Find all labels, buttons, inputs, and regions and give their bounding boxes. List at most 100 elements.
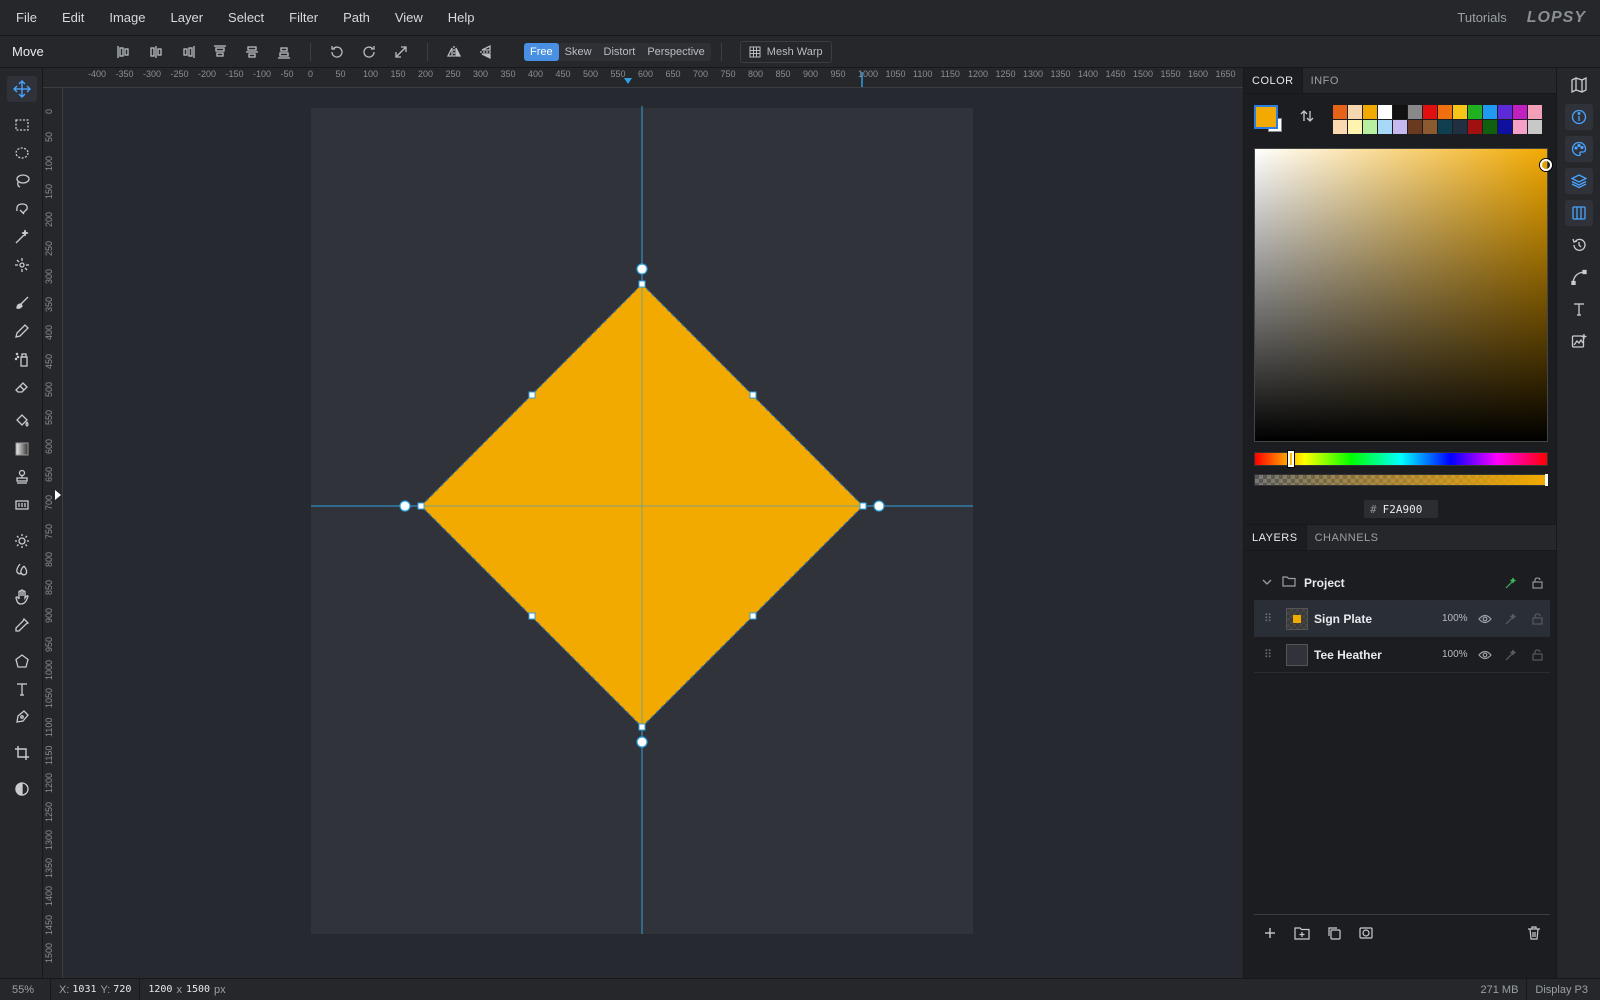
- hex-input[interactable]: # F2A900: [1364, 500, 1438, 518]
- drag-handle-icon[interactable]: ⠿: [1264, 612, 1278, 625]
- history-icon[interactable]: [1565, 232, 1593, 258]
- mask-icon[interactable]: [1350, 926, 1382, 940]
- align-top-icon[interactable]: [208, 40, 232, 64]
- tutorials-link[interactable]: Tutorials: [1457, 10, 1506, 25]
- channels-icon[interactable]: [1565, 200, 1593, 226]
- lasso-icon[interactable]: [7, 168, 37, 194]
- palette-swatch[interactable]: [1333, 120, 1347, 134]
- layer-row-sign-plate[interactable]: ⠿ Sign Plate 100%: [1254, 601, 1550, 637]
- menu-view[interactable]: View: [387, 0, 431, 36]
- palette-swatch[interactable]: [1528, 105, 1542, 119]
- effects-icon[interactable]: [1498, 613, 1524, 625]
- eye-icon[interactable]: [1472, 650, 1498, 660]
- paths-icon[interactable]: [1565, 264, 1593, 290]
- menu-path[interactable]: Path: [335, 0, 378, 36]
- canvas-viewport[interactable]: [63, 88, 1243, 978]
- mesh-warp-button[interactable]: Mesh Warp: [739, 40, 832, 63]
- spray-icon[interactable]: [7, 346, 37, 372]
- palette-swatch[interactable]: [1333, 105, 1347, 119]
- mode-free[interactable]: Free: [524, 42, 559, 61]
- tab-color[interactable]: COLOR: [1244, 68, 1303, 93]
- layer-row-tee-heather[interactable]: ⠿ Tee Heather 100%: [1254, 637, 1550, 673]
- zoom-level[interactable]: 55%: [0, 984, 42, 996]
- paint-bucket-icon[interactable]: [7, 408, 37, 434]
- layer-group-row[interactable]: Project: [1254, 565, 1550, 601]
- palette-swatch[interactable]: [1453, 120, 1467, 134]
- flip-vertical-icon[interactable]: [474, 40, 498, 64]
- effects-icon[interactable]: [1498, 577, 1524, 589]
- pattern-stamp-icon[interactable]: [7, 492, 37, 518]
- pen-tool-icon[interactable]: [7, 704, 37, 730]
- mode-distort[interactable]: Distort: [598, 43, 642, 61]
- saturation-value-picker[interactable]: [1254, 148, 1552, 442]
- layers-icon[interactable]: [1565, 168, 1593, 194]
- mode-perspective[interactable]: Perspective: [641, 43, 710, 61]
- palette-swatch[interactable]: [1483, 105, 1497, 119]
- palette-swatch[interactable]: [1423, 120, 1437, 134]
- foreground-color-swatch[interactable]: [1254, 105, 1278, 129]
- color-profile[interactable]: Display P3: [1535, 984, 1600, 996]
- dodge-icon[interactable]: [7, 528, 37, 554]
- gradient-icon[interactable]: [7, 436, 37, 462]
- eyedropper-icon[interactable]: [7, 612, 37, 638]
- palette-swatch[interactable]: [1483, 120, 1497, 134]
- duplicate-icon[interactable]: [1318, 926, 1350, 940]
- image-adjust-icon[interactable]: [1565, 328, 1593, 354]
- drag-handle-icon[interactable]: ⠿: [1264, 648, 1278, 661]
- brush-icon[interactable]: [7, 290, 37, 316]
- magic-wand-icon[interactable]: [7, 224, 37, 250]
- palette-swatch[interactable]: [1498, 105, 1512, 119]
- layer-name[interactable]: Tee Heather: [1314, 648, 1442, 662]
- map-icon[interactable]: [1565, 72, 1593, 98]
- swap-colors-icon[interactable]: [1299, 108, 1315, 127]
- chevron-down-icon[interactable]: [1262, 576, 1276, 590]
- palette-swatch[interactable]: [1363, 120, 1377, 134]
- contrast-icon[interactable]: [7, 776, 37, 802]
- add-layer-icon[interactable]: [1254, 926, 1286, 940]
- palette-swatch[interactable]: [1348, 120, 1362, 134]
- align-left-icon[interactable]: [112, 40, 136, 64]
- palette-swatch[interactable]: [1438, 105, 1452, 119]
- palette-swatch[interactable]: [1513, 120, 1527, 134]
- rect-select-icon[interactable]: [7, 112, 37, 138]
- magnetic-lasso-icon[interactable]: [7, 196, 37, 222]
- lock-icon[interactable]: [1524, 612, 1550, 625]
- palette-swatch[interactable]: [1363, 105, 1377, 119]
- expand-icon[interactable]: [389, 40, 413, 64]
- menu-image[interactable]: Image: [101, 0, 153, 36]
- palette-swatch[interactable]: [1408, 105, 1422, 119]
- crop-icon[interactable]: [7, 740, 37, 766]
- palette-swatch[interactable]: [1378, 120, 1392, 134]
- info-icon[interactable]: [1565, 104, 1593, 130]
- menu-layer[interactable]: Layer: [163, 0, 212, 36]
- palette-swatch[interactable]: [1348, 105, 1362, 119]
- sv-cursor[interactable]: [1540, 159, 1552, 171]
- palette-swatch[interactable]: [1393, 120, 1407, 134]
- blur-drop-icon[interactable]: [7, 556, 37, 582]
- align-right-icon[interactable]: [176, 40, 200, 64]
- alpha-handle[interactable]: [1545, 474, 1548, 486]
- layer-opacity[interactable]: 100%: [1442, 649, 1472, 660]
- palette-swatch[interactable]: [1468, 120, 1482, 134]
- move-tool-icon[interactable]: [7, 76, 37, 102]
- align-center-h-icon[interactable]: [144, 40, 168, 64]
- layer-opacity[interactable]: 100%: [1442, 613, 1472, 624]
- stamp-icon[interactable]: [7, 464, 37, 490]
- type-panel-icon[interactable]: [1565, 296, 1593, 322]
- palette-swatch[interactable]: [1498, 120, 1512, 134]
- menu-select[interactable]: Select: [220, 0, 272, 36]
- menu-file[interactable]: File: [8, 0, 45, 36]
- hex-value[interactable]: F2A900: [1383, 503, 1423, 516]
- flip-horizontal-icon[interactable]: [442, 40, 466, 64]
- palette-swatch[interactable]: [1393, 105, 1407, 119]
- layer-name[interactable]: Sign Plate: [1314, 612, 1442, 626]
- palette-swatch[interactable]: [1513, 105, 1527, 119]
- palette-icon[interactable]: [1565, 136, 1593, 162]
- alpha-slider[interactable]: [1254, 474, 1548, 486]
- tab-info[interactable]: INFO: [1303, 68, 1347, 93]
- hue-slider[interactable]: [1254, 451, 1548, 467]
- horizontal-ruler[interactable]: -400 -350 -300 -250 -200 -150 -100 -50 0 50 100 150…: [43, 68, 1243, 88]
- group-name[interactable]: Project: [1304, 576, 1498, 590]
- hue-handle[interactable]: [1288, 451, 1294, 467]
- text-tool-icon[interactable]: [7, 676, 37, 702]
